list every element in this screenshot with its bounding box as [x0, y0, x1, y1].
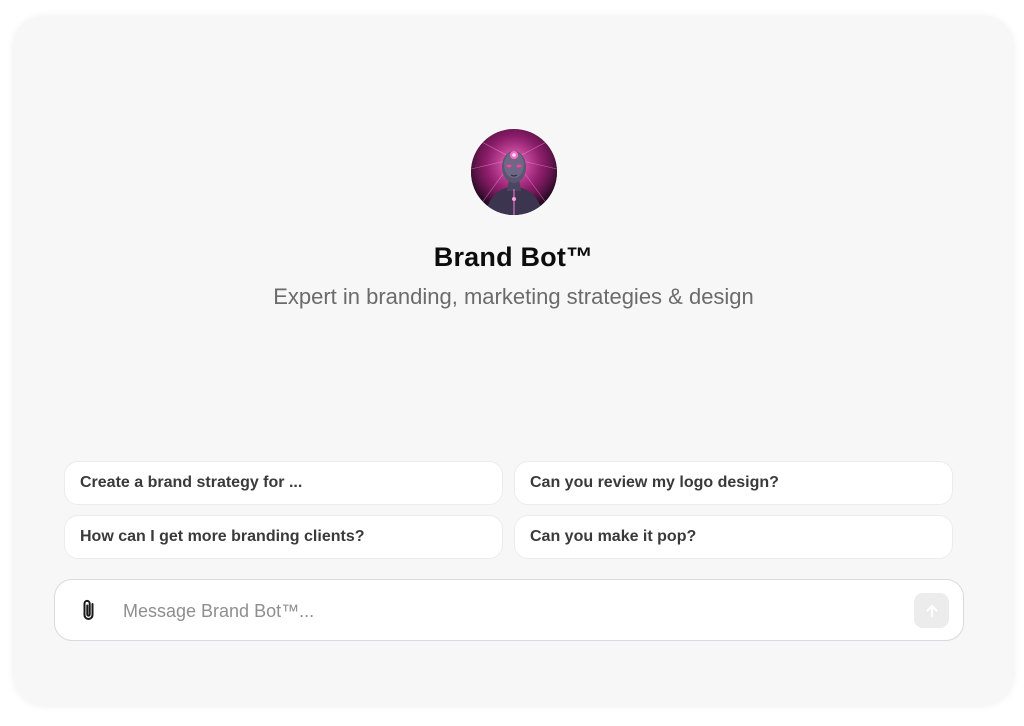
suggestion-more-clients[interactable]: How can I get more branding clients? [64, 515, 503, 559]
suggestion-make-it-pop[interactable]: Can you make it pop? [514, 515, 953, 559]
message-composer [54, 579, 964, 641]
bot-avatar [471, 129, 557, 215]
bot-description: Expert in branding, marketing strategies… [273, 284, 754, 309]
avatar-figure-icon [471, 129, 557, 215]
message-input[interactable] [121, 594, 895, 628]
conversation-starters: Create a brand strategy for ... Can you … [64, 461, 954, 559]
suggestion-review-logo[interactable]: Can you review my logo design? [514, 461, 953, 505]
paperclip-icon[interactable] [77, 598, 101, 624]
chat-window: Brand Bot™ Expert in branding, marketing… [14, 17, 1013, 705]
bot-name: Brand Bot™ [433, 242, 594, 272]
arrow-up-icon [926, 604, 937, 617]
suggestion-brand-strategy[interactable]: Create a brand strategy for ... [64, 461, 503, 505]
send-button[interactable] [914, 593, 949, 628]
